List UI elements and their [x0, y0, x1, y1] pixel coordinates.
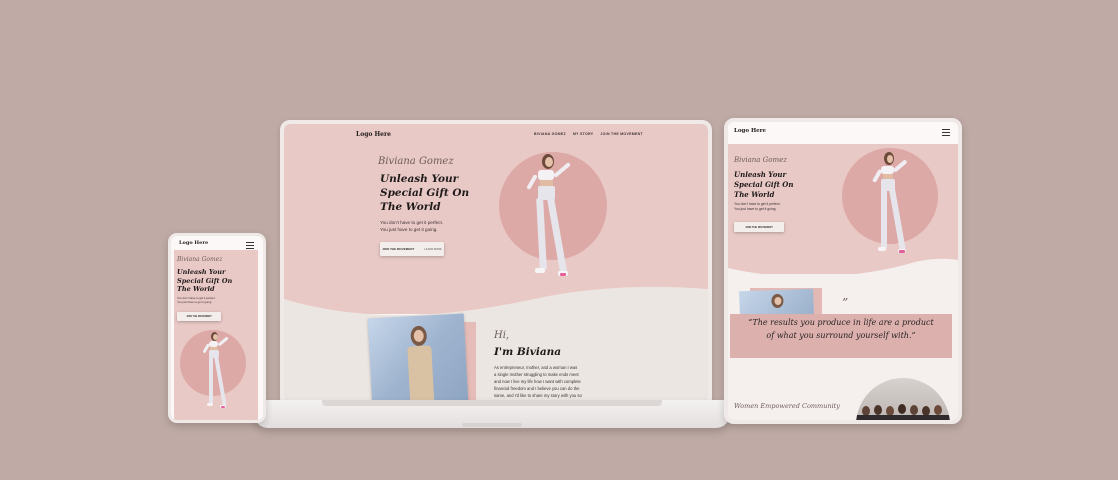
headline-line-2: Special Gift On: [734, 180, 794, 189]
laptop-about-greeting: Hi,: [494, 330, 510, 341]
phone-screen: Logo Here Biviana Gomez Unleash Your Spe…: [168, 233, 266, 423]
tablet-signature: Biviana Gomez: [734, 156, 787, 164]
laptop-about-title: I'm Biviana: [494, 346, 562, 358]
subtext-line-2: You just have to get it going.: [380, 227, 438, 232]
laptop-hinge: [322, 400, 662, 406]
tablet-group-photo: [856, 378, 950, 420]
laptop-thumb-notch: [462, 423, 522, 427]
headline-line-3: The World: [734, 190, 775, 199]
phone-join-button[interactable]: JOIN THE MOVEMENT: [177, 312, 221, 321]
nav-biviana-gomez[interactable]: BIVIANA GOMEZ: [534, 132, 566, 136]
join-button-label: JOIN THE MOVEMENT: [382, 247, 415, 251]
nav-join-the-movement[interactable]: JOIN THE MOVEMENT: [600, 132, 642, 136]
subtext-line-1: You don't have to get it perfect.: [380, 220, 444, 225]
laptop-signature: Biviana Gomez: [378, 156, 454, 167]
about-text-line: financial freedom and I believe you can …: [494, 386, 580, 391]
join-button-label: JOIN THE MOVEMENT: [745, 225, 773, 229]
tablet-hero-wave: [728, 258, 958, 288]
nav-my-story[interactable]: MY STORY: [573, 132, 593, 136]
learn-more-label: LEARN MORE: [424, 247, 442, 251]
about-text-line: a single mother struggling to make ends …: [494, 372, 579, 377]
tablet-hero-figure: [868, 152, 918, 282]
laptop-headline: Unleash Your Special Gift On The World: [380, 172, 469, 214]
laptop-logo[interactable]: Logo Here: [356, 131, 391, 138]
phone-subtext: You don't have to get it perfect. You ju…: [177, 296, 215, 304]
quote-line-1: “The results you produce in life are a p…: [748, 318, 934, 327]
about-text-line: same, and I'd like to share my story wit…: [494, 393, 582, 398]
tablet-headline: Unleash Your Special Gift On The World: [734, 170, 793, 200]
phone-menu-icon[interactable]: [246, 242, 254, 249]
about-text-line: and now I live my life how I want with c…: [494, 379, 581, 384]
headline-line-1: Unleash Your: [177, 268, 226, 276]
headline-line-2: Special Gift On: [380, 187, 470, 199]
phone-hero-figure: [199, 332, 233, 412]
laptop-nav: BIVIANA GOMEZ MY STORY JOIN THE MOVEMENT: [534, 132, 643, 136]
about-text-line: As entrepreneur, mother, and a woman I w…: [494, 365, 578, 370]
quote-line-2: of what you surround yourself with.”: [766, 331, 916, 340]
join-button-label: JOIN THE MOVEMENT: [186, 315, 212, 318]
tablet-screen: Logo Here Biviana Gomez Unleash Your Spe…: [724, 118, 962, 424]
laptop-subtext: You don't have to get it perfect. You ju…: [380, 219, 443, 233]
headline-line-1: Unleash Your: [380, 173, 459, 185]
laptop-about-photo: [367, 313, 469, 404]
tablet-subtext: You don't have to get it perfect. You ju…: [734, 202, 781, 212]
laptop-base: [254, 400, 730, 438]
phone-signature: Biviana Gomez: [177, 256, 223, 263]
tablet-quote: “The results you produce in life are a p…: [732, 316, 950, 342]
laptop-hero-figure: [520, 154, 580, 314]
phone-logo[interactable]: Logo Here: [179, 240, 208, 246]
headline-line-1: Unleash Your: [734, 170, 787, 179]
subtext-line-2: You just have to get it going.: [734, 207, 777, 211]
phone-headline: Unleash Your Special Gift On The World: [177, 268, 232, 294]
laptop-screen: Logo Here BIVIANA GOMEZ MY STORY JOIN TH…: [280, 120, 712, 408]
tablet-join-button[interactable]: JOIN THE MOVEMENT: [734, 222, 784, 232]
tablet-logo[interactable]: Logo Here: [734, 128, 766, 134]
headline-line-3: The World: [177, 285, 215, 293]
headline-line-2: Special Gift On: [177, 276, 233, 285]
headline-line-3: The World: [380, 201, 441, 213]
tablet-quote-mark: ”: [842, 296, 849, 310]
laptop-join-button[interactable]: JOIN THE MOVEMENT LEARN MORE: [380, 242, 444, 256]
tablet-footer-script: Women Empowered Community: [734, 402, 840, 410]
subtext-line-2: You just have to get it going.: [177, 300, 213, 304]
tablet-menu-icon[interactable]: [942, 129, 950, 136]
